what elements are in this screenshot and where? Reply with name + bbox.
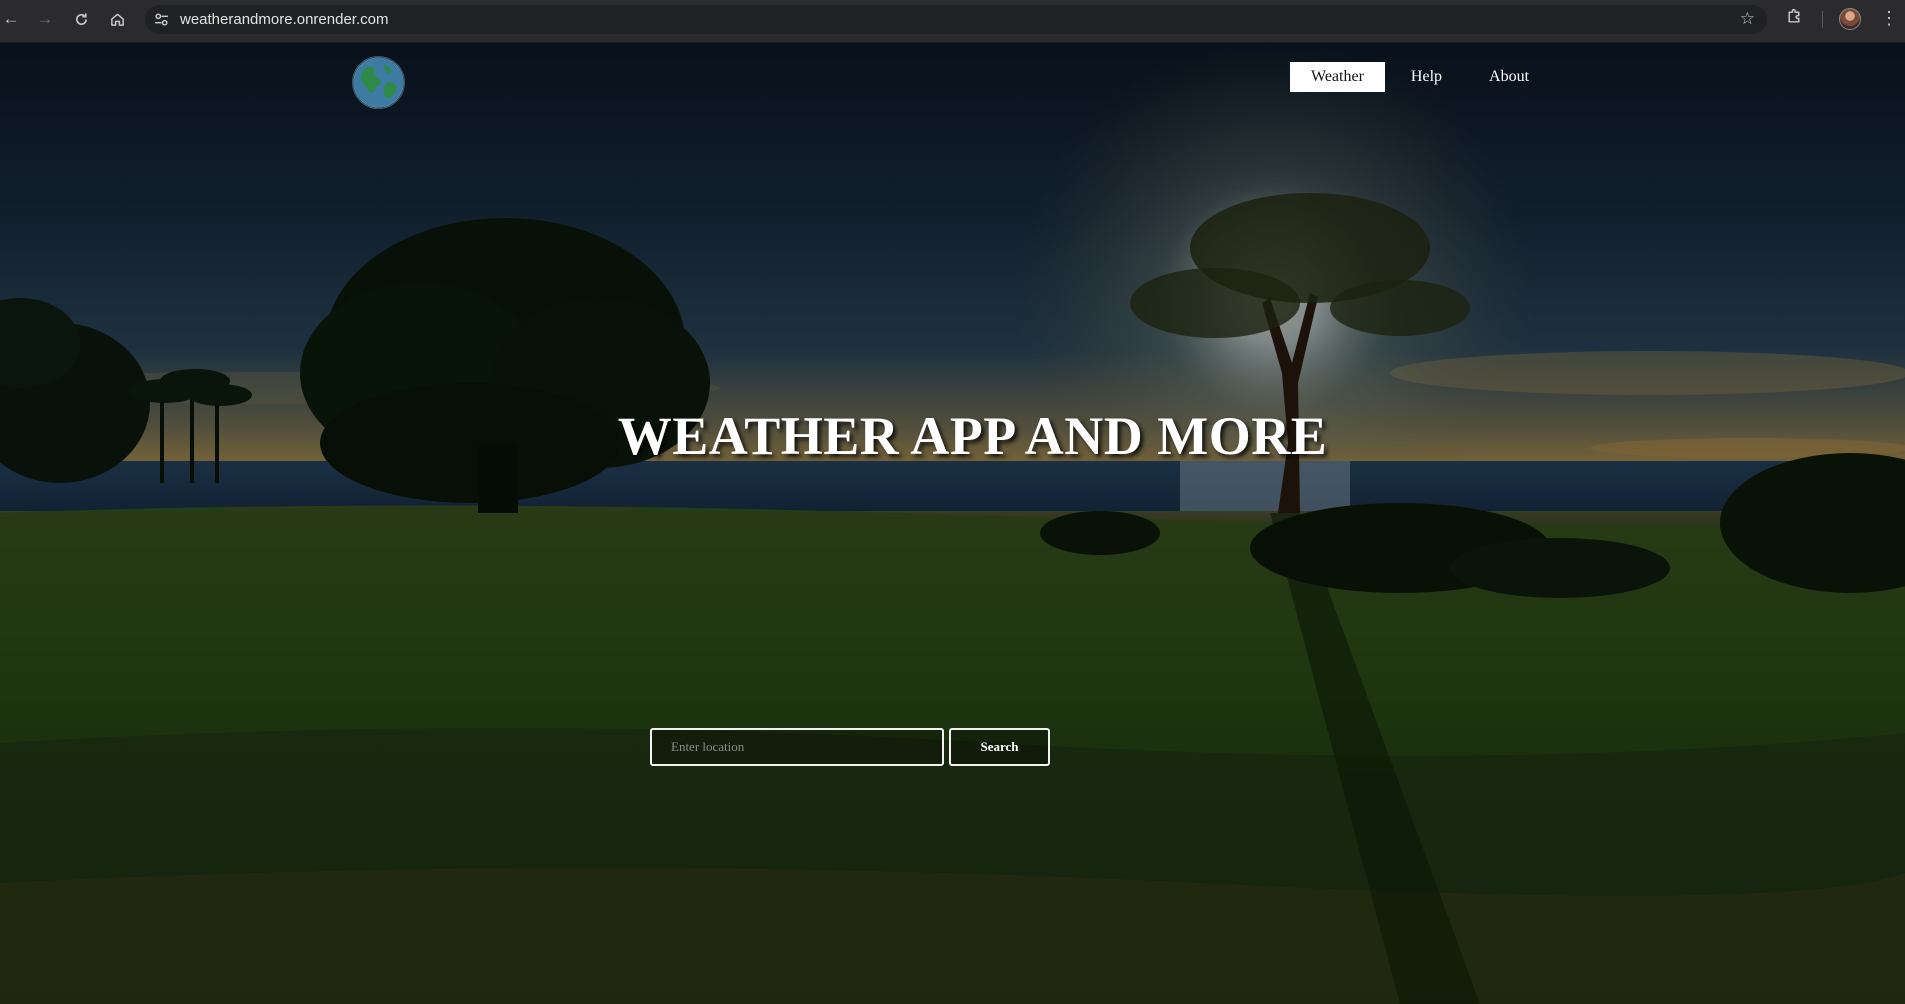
background-landscape-image bbox=[0, 43, 1905, 1004]
back-button[interactable]: ← bbox=[0, 8, 22, 30]
forward-button[interactable]: → bbox=[34, 8, 56, 30]
search-form: Search bbox=[650, 728, 1050, 766]
arrow-right-icon: → bbox=[36, 9, 54, 28]
star-icon[interactable]: ☆ bbox=[1740, 9, 1755, 29]
location-input[interactable] bbox=[650, 728, 944, 766]
tune-icon[interactable] bbox=[153, 11, 170, 28]
url-text[interactable]: weatherandmore.onrender.com bbox=[180, 11, 388, 28]
puzzle-icon bbox=[1788, 8, 1800, 23]
reload-icon bbox=[75, 12, 87, 25]
arrow-left-icon: ← bbox=[2, 9, 20, 28]
address-bar[interactable]: weatherandmore.onrender.com ☆ bbox=[145, 5, 1767, 34]
browser-toolbar: ← → weatherandmore.onrender.com ☆ ⋮ bbox=[0, 0, 1905, 43]
toolbar-divider bbox=[1822, 11, 1823, 28]
home-icon bbox=[110, 13, 124, 26]
page-viewport: Weather Help About WEATHER APP AND MORE … bbox=[0, 43, 1905, 1004]
home-button[interactable] bbox=[106, 8, 128, 30]
nav-weather-link[interactable]: Weather bbox=[1290, 62, 1385, 92]
nav-help-link[interactable]: Help bbox=[1390, 62, 1463, 92]
main-nav: Weather Help About bbox=[1290, 62, 1555, 92]
avatar[interactable] bbox=[1839, 8, 1861, 30]
reload-button[interactable] bbox=[70, 8, 92, 30]
kebab-menu-icon[interactable]: ⋮ bbox=[1880, 7, 1898, 29]
page-title: WEATHER APP AND MORE bbox=[617, 406, 1328, 466]
nav-about-link[interactable]: About bbox=[1468, 62, 1550, 92]
extensions-button[interactable] bbox=[1786, 8, 1803, 30]
search-button[interactable]: Search bbox=[949, 728, 1050, 766]
globe-icon[interactable] bbox=[351, 55, 406, 110]
